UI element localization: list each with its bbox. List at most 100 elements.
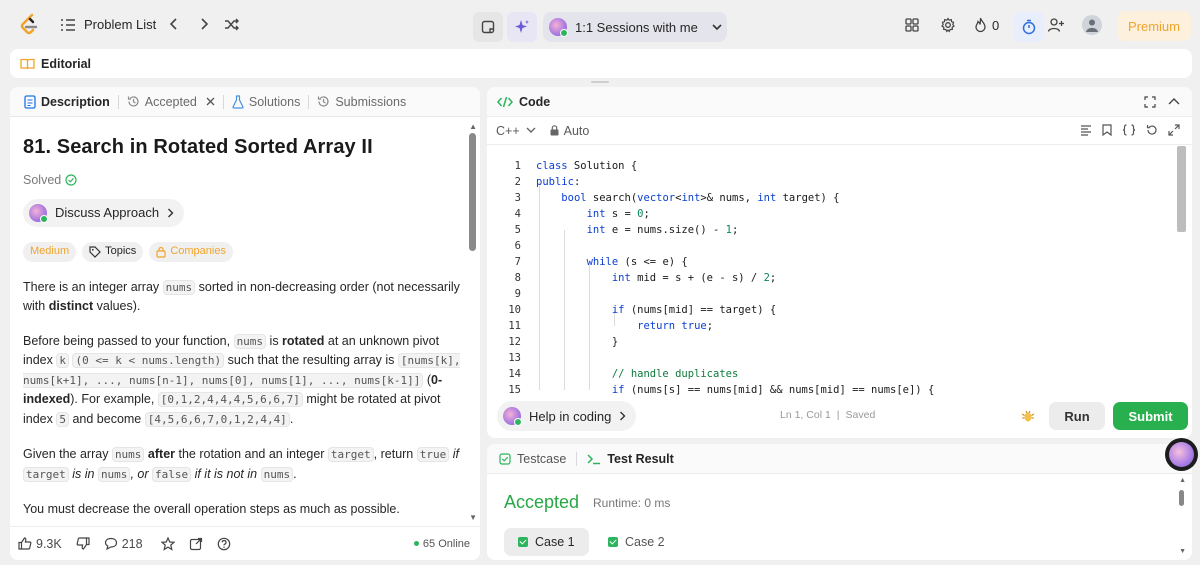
- code-line[interactable]: 8 int mid = s + (e - s) / 2;: [487, 270, 1177, 286]
- result-panel: Testcase Test Result Accepted Runtime: 0…: [487, 444, 1192, 560]
- text: There is an integer array: [23, 279, 163, 294]
- code-line[interactable]: 11 return true;: [487, 318, 1177, 334]
- prev-problem-button[interactable]: [168, 17, 180, 31]
- code-line[interactable]: 10 if (nums[mid] == target) {: [487, 302, 1177, 318]
- tab-submissions[interactable]: Submissions: [311, 95, 412, 109]
- like-button[interactable]: 9.3K: [18, 537, 62, 551]
- dislike-button[interactable]: [76, 537, 90, 550]
- difficulty-badge: Medium: [23, 241, 77, 262]
- tab-divider: [117, 94, 119, 109]
- braces-icon[interactable]: [1122, 124, 1136, 136]
- tab-description[interactable]: Description: [18, 95, 116, 109]
- sessions-dropdown[interactable]: 1:1 Sessions with me: [543, 12, 727, 42]
- scroll-up-icon[interactable]: ▲: [469, 122, 477, 131]
- resize-handle[interactable]: [591, 81, 609, 83]
- format-icon[interactable]: [1080, 124, 1092, 136]
- line-number: 13: [508, 352, 521, 364]
- debug-bug-icon[interactable]: [1021, 409, 1035, 423]
- assistant-avatar-image: [1169, 442, 1194, 467]
- mentor-avatar: [503, 407, 522, 426]
- tab-test-result[interactable]: Test Result: [607, 452, 673, 466]
- share-button[interactable]: [189, 537, 203, 551]
- chevron-right-icon: [198, 17, 210, 31]
- collapse-icon[interactable]: [1168, 97, 1180, 105]
- scroll-down-icon[interactable]: ▼: [469, 513, 477, 522]
- streak-counter[interactable]: 0: [974, 17, 999, 33]
- editor-toolbar: C++ Auto: [487, 117, 1192, 145]
- add-friend-button[interactable]: [1047, 17, 1065, 33]
- leetcode-logo[interactable]: [18, 13, 40, 37]
- result-tabs: Testcase Test Result: [487, 444, 1192, 474]
- comment-icon: [104, 537, 118, 550]
- editor-scrollbar[interactable]: [1177, 146, 1186, 232]
- scroll-down-icon[interactable]: ▼: [1179, 548, 1186, 555]
- inline-code: nums: [260, 466, 294, 482]
- runtime-text: Runtime: 0 ms: [593, 496, 671, 510]
- code-line[interactable]: 7 while (s <= e) {: [487, 254, 1177, 270]
- scroll-up-icon[interactable]: ▲: [1179, 477, 1186, 484]
- code-editor[interactable]: 1 class Solution {2 public: 3 bool search(v…: [487, 146, 1192, 396]
- code-line[interactable]: 2 public:: [487, 174, 1177, 190]
- help-button[interactable]: [217, 537, 231, 551]
- result-status: Accepted: [504, 492, 580, 512]
- comments-button[interactable]: 218: [104, 537, 143, 551]
- tab-description-label: Description: [41, 94, 110, 109]
- tab-solutions[interactable]: Solutions: [226, 95, 306, 109]
- paragraph-2: Before being passed to your function, nu…: [23, 332, 465, 430]
- code-line[interactable]: 4 int s = 0;: [487, 206, 1177, 222]
- close-icon[interactable]: [206, 97, 215, 106]
- bookmark-icon[interactable]: [1102, 124, 1112, 136]
- case-1-tab[interactable]: Case 1: [504, 528, 589, 556]
- ai-assist-button[interactable]: [507, 12, 537, 42]
- expand-icon[interactable]: [1168, 124, 1180, 136]
- description-footer: 9.3K 218 65 Online: [10, 526, 480, 560]
- timer-button[interactable]: [1014, 12, 1044, 42]
- auto-mode-label[interactable]: Auto: [564, 124, 590, 138]
- code-line[interactable]: 5 int e = nums.size() - 1;: [487, 222, 1177, 238]
- layout-button[interactable]: [905, 18, 919, 32]
- run-button[interactable]: Run: [1049, 402, 1105, 430]
- help-in-coding-button[interactable]: Help in coding: [497, 401, 637, 431]
- user-avatar[interactable]: [1082, 15, 1102, 35]
- text: and become: [68, 411, 145, 426]
- tab-accepted[interactable]: Accepted: [121, 95, 221, 109]
- add-user-icon: [1047, 17, 1065, 33]
- code-line[interactable]: 6: [487, 238, 1177, 254]
- note-icon: [481, 20, 495, 34]
- favorite-button[interactable]: [160, 536, 175, 551]
- editor-status: Ln 1, Col 1 | Saved: [780, 409, 875, 421]
- flask-icon: [232, 94, 244, 109]
- code-line[interactable]: 1 class Solution {: [487, 158, 1177, 174]
- inline-code: nums: [162, 279, 196, 295]
- result-scrollbar[interactable]: [1179, 490, 1184, 506]
- floating-assistant-avatar[interactable]: [1165, 438, 1198, 471]
- cursor-position: Ln 1, Col 1: [780, 409, 831, 421]
- language-select[interactable]: C++: [496, 124, 520, 138]
- discuss-approach-button[interactable]: Discuss Approach: [23, 199, 185, 227]
- code-line[interactable]: 12 }: [487, 334, 1177, 350]
- reset-icon[interactable]: [1146, 124, 1158, 136]
- settings-button[interactable]: [940, 17, 956, 33]
- companies-chip[interactable]: Companies: [149, 241, 233, 262]
- fullscreen-icon[interactable]: [1144, 96, 1156, 108]
- code-line[interactable]: 9: [487, 286, 1177, 302]
- random-problem-button[interactable]: [224, 18, 240, 31]
- editorial-bar[interactable]: Editorial: [10, 49, 1192, 78]
- code-line[interactable]: 13: [487, 350, 1177, 366]
- topics-chip[interactable]: Topics: [82, 241, 144, 262]
- editor-footer: Help in coding Ln 1, Col 1 | Saved Run S…: [487, 394, 1192, 438]
- lock-icon: [550, 125, 559, 136]
- next-problem-button[interactable]: [198, 17, 210, 31]
- premium-button[interactable]: Premium: [1117, 11, 1191, 41]
- notes-button[interactable]: [473, 12, 503, 42]
- case-2-tab[interactable]: Case 2: [594, 528, 679, 556]
- tab-testcase[interactable]: Testcase: [517, 452, 566, 466]
- problem-list-button[interactable]: Problem List: [60, 17, 156, 32]
- code-line[interactable]: 3 bool search(vector<int>& nums, int tar…: [487, 190, 1177, 206]
- description-scrollbar[interactable]: [469, 133, 476, 251]
- problem-list-label: Problem List: [84, 17, 157, 32]
- code-line[interactable]: 14 // handle duplicates: [487, 366, 1177, 382]
- submit-button[interactable]: Submit: [1113, 402, 1188, 430]
- history-icon: [127, 95, 140, 108]
- inline-code: (0 <= k < nums.length): [72, 353, 225, 368]
